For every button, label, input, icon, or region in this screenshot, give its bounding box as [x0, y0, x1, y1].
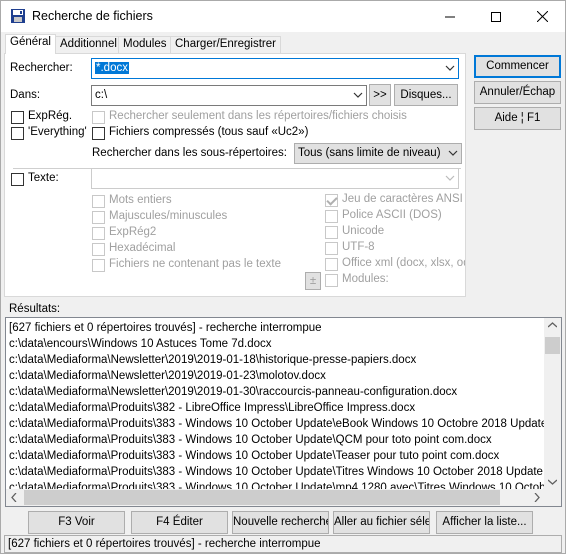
list-item[interactable]: [627 fichiers et 0 répertoires trouvés] …: [9, 320, 322, 336]
start-button[interactable]: Commencer: [474, 55, 561, 78]
horizontal-scrollbar[interactable]: [6, 489, 545, 506]
tab-charger-enregistrer[interactable]: Charger/Enregistrer: [170, 36, 281, 53]
archives-label: Fichiers compressés (tous sauf «Uc2»): [109, 126, 309, 138]
vertical-scrollbar[interactable]: [544, 318, 561, 490]
browse-button[interactable]: >>: [369, 84, 391, 106]
chevron-down-icon: [448, 150, 458, 156]
ansi-checkbox[interactable]: [325, 194, 338, 207]
unicode-checkbox[interactable]: [325, 226, 338, 239]
archives-checkbox[interactable]: [92, 127, 105, 140]
case-checkbox[interactable]: [92, 211, 105, 224]
scroll-left-icon[interactable]: [11, 493, 17, 502]
everything-checkbox[interactable]: [11, 127, 24, 140]
search-pattern-value: *.docx: [95, 62, 129, 74]
maximize-icon: [491, 11, 501, 22]
subdirs-value: Tous (sans limite de niveau): [298, 147, 441, 159]
subdirs-select[interactable]: Tous (sans limite de niveau): [294, 143, 462, 164]
not-containing-label: Fichiers ne contenant pas le texte: [109, 258, 281, 270]
search-pattern-combo[interactable]: *.docx: [91, 58, 459, 79]
whole-words-checkbox[interactable]: [92, 195, 105, 208]
subdirs-label: Rechercher dans les sous-répertoires:: [92, 147, 287, 159]
help-button[interactable]: Aide ¦ F1: [474, 107, 561, 130]
list-item[interactable]: c:\data\encours\Windows 10 Astuces Tome …: [9, 336, 272, 352]
close-icon: [536, 11, 548, 22]
edit-button[interactable]: F4 Éditer: [131, 511, 228, 534]
office-xml-label: Office xml (docx, xlsx, odt e: [342, 257, 465, 269]
ascii-label: Police ASCII (DOS): [342, 209, 442, 221]
list-item[interactable]: c:\data\Mediaforma\Produits\383 - Window…: [9, 464, 561, 480]
plus-minus-button[interactable]: ±: [305, 272, 321, 290]
status-bar: [627 fichiers et 0 répertoires trouvés] …: [4, 535, 562, 553]
title-bar: Recherche de fichiers: [1, 1, 565, 32]
regexp2-checkbox[interactable]: [92, 227, 105, 240]
case-label: Majuscules/minuscules: [109, 210, 228, 222]
utf8-label: UTF-8: [342, 241, 375, 253]
show-list-button[interactable]: Afficher la liste...: [436, 511, 533, 534]
minimize-button[interactable]: [427, 1, 473, 32]
tab-general[interactable]: Général: [5, 34, 56, 54]
horizontal-scroll-thumb[interactable]: [24, 490, 500, 505]
cancel-button[interactable]: Annuler/Échap: [474, 81, 561, 104]
scroll-right-icon[interactable]: [534, 493, 540, 502]
general-panel: Rechercher: *.docx Dans: c:\ >> Disques.…: [4, 53, 466, 297]
disks-button[interactable]: Disques...: [394, 84, 458, 106]
vertical-scroll-thumb[interactable]: [545, 337, 560, 354]
regexp-checkbox[interactable]: [11, 111, 24, 124]
window-title: Recherche de fichiers: [32, 9, 153, 23]
chevron-down-icon: [353, 92, 363, 98]
regexp2-label: ExpRég2: [109, 226, 157, 238]
encoding-options: Jeu de caractères ANSI (W Police ASCII (…: [323, 188, 465, 292]
hex-checkbox[interactable]: [92, 243, 105, 256]
ansi-label: Jeu de caractères ANSI (W: [342, 193, 465, 205]
list-item[interactable]: c:\data\Mediaforma\Produits\383 - Window…: [9, 432, 492, 448]
tab-modules[interactable]: Modules: [118, 36, 172, 53]
whole-words-label: Mots entiers: [109, 194, 172, 206]
directory-combo[interactable]: c:\: [91, 85, 367, 106]
scrollbar-corner: [544, 489, 561, 506]
list-item[interactable]: c:\data\Mediaforma\Newsletter\2019\2019-…: [9, 384, 457, 400]
hex-label: Hexadécimal: [109, 242, 176, 254]
minimize-icon: [445, 16, 455, 17]
text-label: Texte:: [28, 172, 59, 184]
office-xml-checkbox[interactable]: [325, 258, 338, 271]
search-label: Rechercher:: [10, 62, 73, 74]
scroll-down-icon[interactable]: [548, 479, 557, 485]
not-containing-checkbox[interactable]: [92, 259, 105, 272]
results-list[interactable]: [627 fichiers et 0 répertoires trouvés] …: [5, 317, 562, 507]
chevron-down-icon: [445, 175, 455, 181]
ascii-checkbox[interactable]: [325, 210, 338, 223]
close-button[interactable]: [519, 1, 565, 32]
text-checkbox[interactable]: [11, 173, 24, 186]
modules-checkbox[interactable]: [325, 274, 338, 287]
everything-label: 'Everything': [28, 126, 87, 138]
utf8-checkbox[interactable]: [325, 242, 338, 255]
goto-file-button[interactable]: Aller au fichier sélectionné: [333, 511, 430, 534]
regexp-label: ExpRég.: [28, 110, 73, 122]
search-window: Recherche de fichiers Général Additionne…: [0, 0, 566, 554]
chevron-down-icon: [445, 65, 455, 71]
list-item[interactable]: c:\data\Mediaforma\Produits\382 - LibreO…: [9, 400, 415, 416]
unicode-label: Unicode: [342, 225, 385, 237]
only-selected-label: Rechercher seulement dans les répertoire…: [109, 110, 407, 122]
results-label: Résultats:: [9, 303, 61, 315]
list-item[interactable]: c:\data\Mediaforma\Produits\383 - Window…: [9, 448, 499, 464]
scroll-up-icon[interactable]: [548, 322, 557, 328]
view-button[interactable]: F3 Voir: [28, 511, 125, 534]
list-item[interactable]: c:\data\Mediaforma\Newsletter\2019\2019-…: [9, 352, 416, 368]
list-item[interactable]: c:\data\Mediaforma\Newsletter\2019\2019-…: [9, 368, 326, 384]
only-selected-checkbox[interactable]: [92, 111, 105, 124]
new-search-button[interactable]: Nouvelle recherche: [232, 511, 329, 534]
in-label: Dans:: [10, 89, 41, 101]
modules-label: Modules:: [342, 273, 389, 285]
directory-value: c:\: [95, 89, 108, 101]
list-item[interactable]: c:\data\Mediaforma\Produits\383 - Window…: [9, 416, 561, 432]
text-combo[interactable]: [91, 168, 459, 189]
tab-additionnel[interactable]: Additionnel: [55, 36, 122, 53]
floppy-disk-icon: [11, 9, 25, 23]
maximize-button[interactable]: [473, 1, 519, 32]
